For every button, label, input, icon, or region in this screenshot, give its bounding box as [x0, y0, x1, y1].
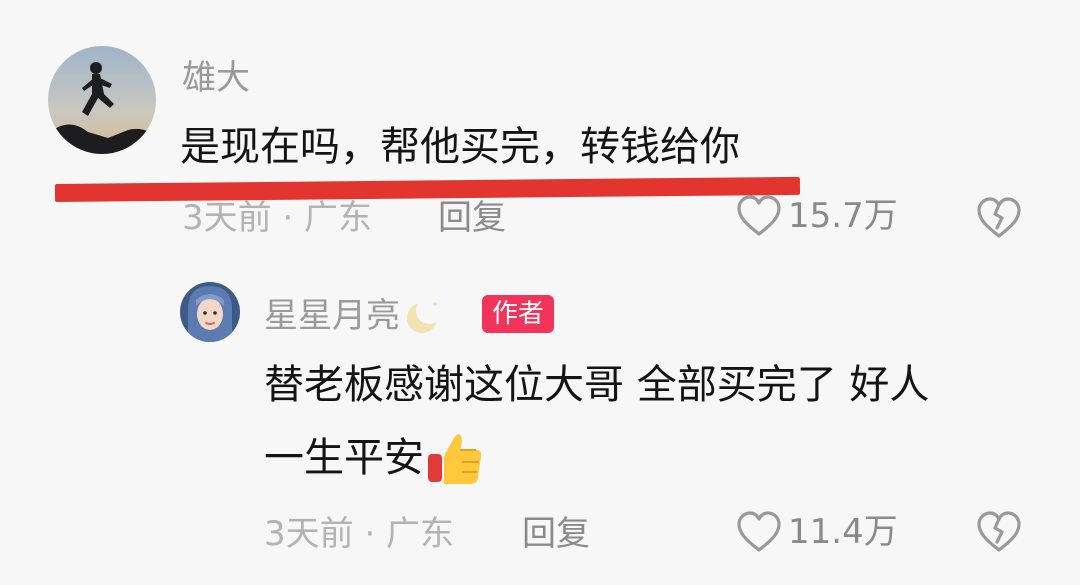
reply-like-button[interactable]: 11.4万: [736, 510, 898, 554]
like-button[interactable]: 15.7万: [736, 194, 898, 238]
comment-username[interactable]: 雄大: [182, 58, 250, 98]
broken-heart-icon: [977, 511, 1021, 552]
dislike-button[interactable]: [976, 196, 1022, 244]
author-badge: 作者: [482, 295, 555, 333]
reply-button[interactable]: 回复: [438, 198, 506, 238]
reply-text-line2-text: 一生平安: [264, 435, 424, 481]
reply-reply-button[interactable]: 回复: [522, 514, 590, 554]
broken-heart-icon: [977, 197, 1021, 238]
reply-dislike-button[interactable]: [976, 510, 1022, 558]
comment-section: 雄大 是现在吗，帮他买完，转钱给你 3天前 · 广东 回复 15.7万 星星月亮: [0, 0, 1080, 585]
reply-text-line2: 一生平安: [264, 425, 486, 491]
comment-meta: 3天前 · 广东: [182, 198, 373, 238]
reply-text-line1: 替老板感谢这位大哥 全部买完了 好人: [264, 362, 930, 408]
crescent-moon-icon: [407, 298, 442, 333]
heart-icon: [737, 511, 781, 552]
reply-like-count: 11.4万: [788, 512, 898, 552]
thumbs-up-icon: [428, 434, 482, 484]
comment-text: 是现在吗，帮他买完，转钱给你: [180, 124, 740, 170]
reply-username[interactable]: 星星月亮: [264, 296, 446, 336]
reply-avatar[interactable]: [180, 282, 240, 342]
runner-silhouette-avatar-icon: [48, 46, 156, 154]
girl-avatar-icon: [180, 282, 240, 342]
heart-icon: [737, 195, 781, 236]
reply-username-text: 星星月亮: [264, 296, 400, 336]
highlight-underline: [54, 176, 801, 202]
like-count: 15.7万: [788, 196, 898, 236]
reply-meta: 3天前 · 广东: [264, 514, 455, 554]
avatar[interactable]: [48, 46, 156, 154]
